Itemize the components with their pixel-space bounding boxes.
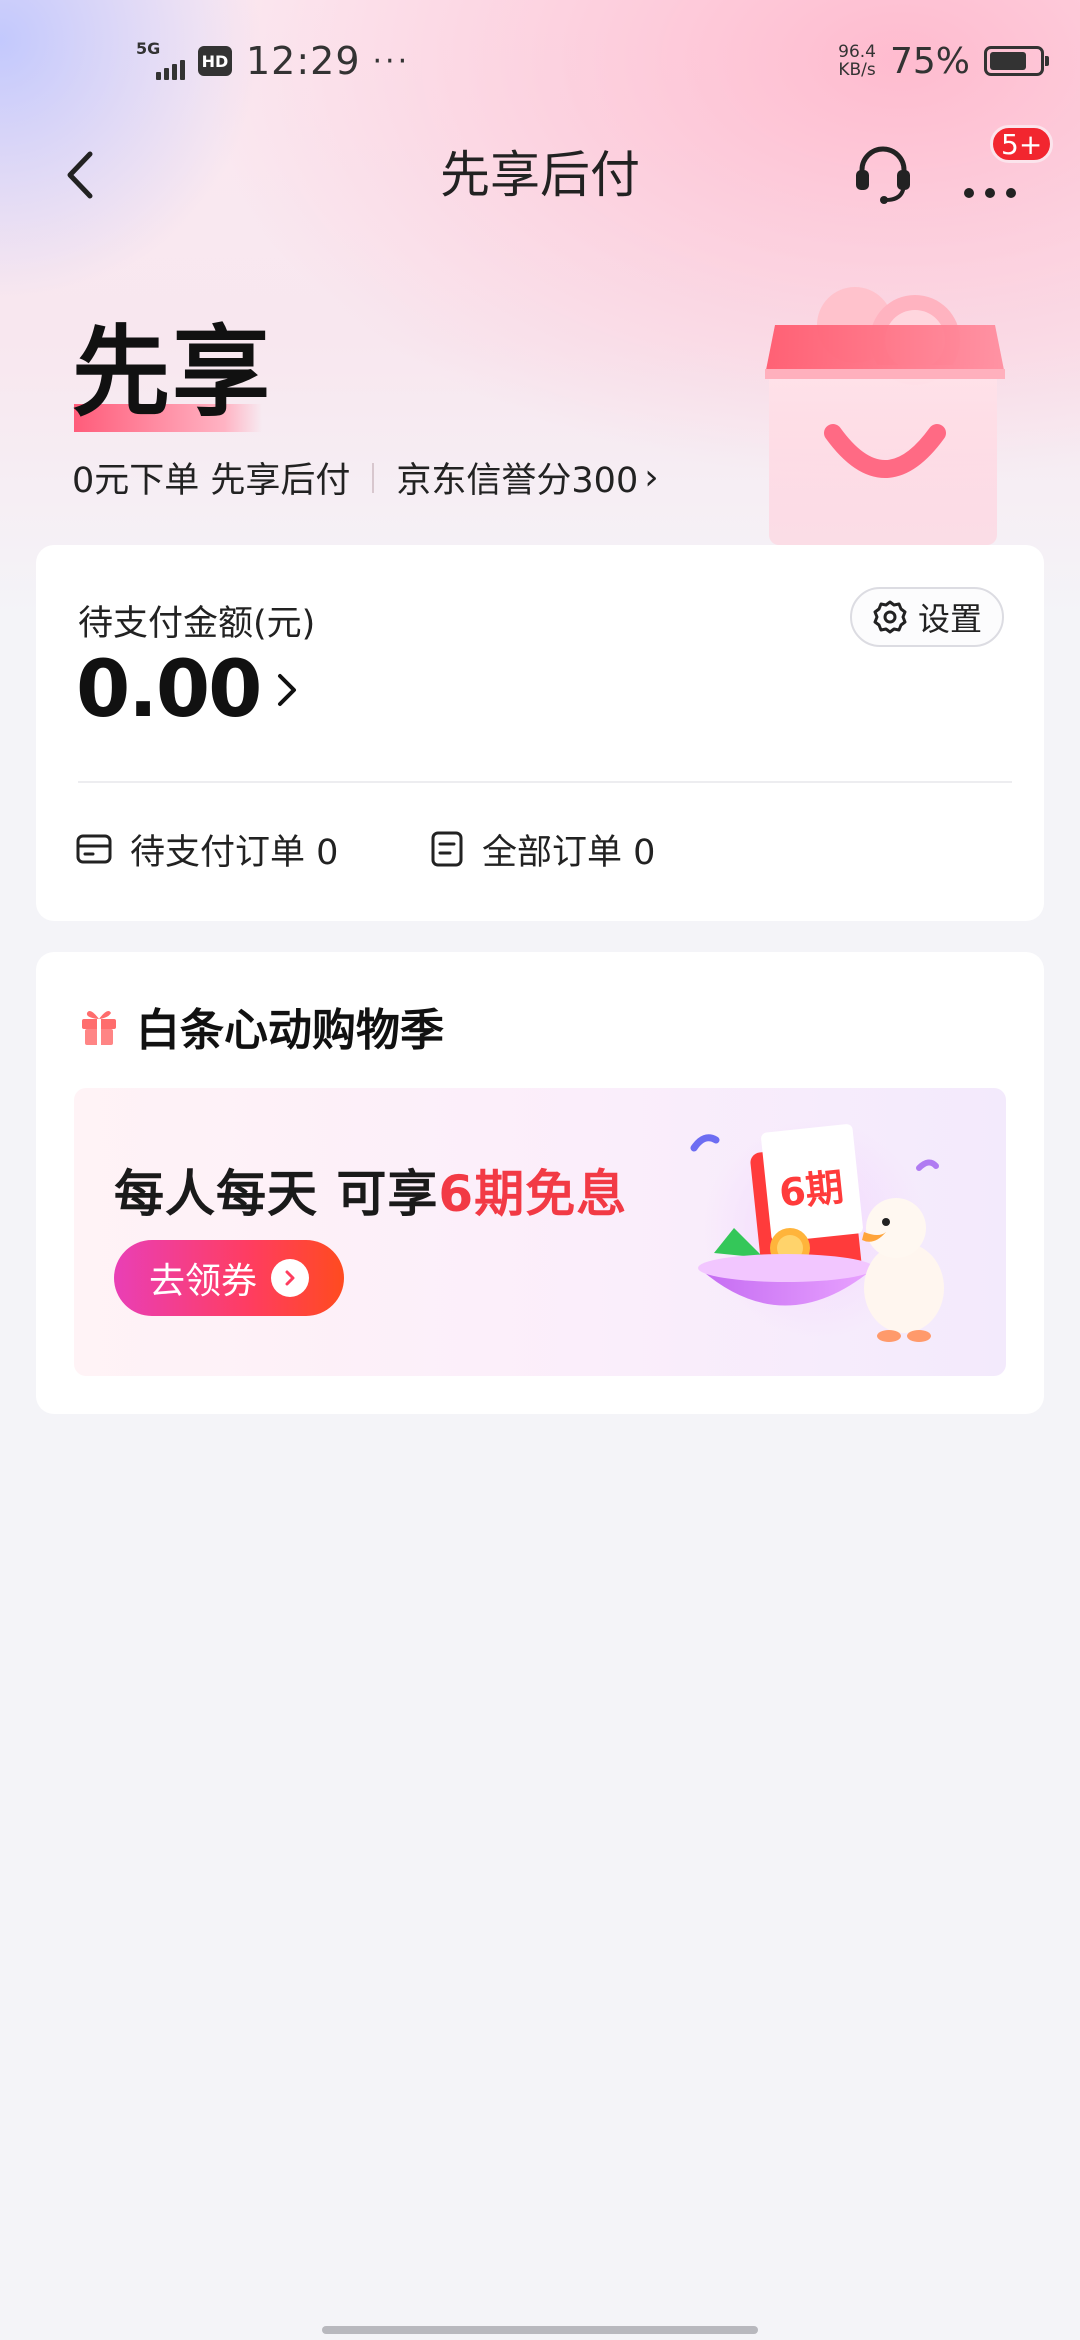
page-title: 先享后付 — [440, 146, 640, 204]
promo-section-header: 白条心动购物季 — [78, 994, 444, 1058]
network-speed-unit: KB/s — [838, 60, 876, 80]
pending-amount-label: 待支付金额(元) — [78, 604, 316, 644]
hero-title: 先享 — [72, 316, 273, 430]
battery-fill — [990, 52, 1026, 70]
promo-illustration: 6期 — [690, 1118, 944, 1342]
clock: 12:29 — [246, 39, 361, 83]
promo-art-label: 6期 — [777, 1165, 846, 1215]
battery-percent: 75% — [889, 40, 970, 82]
promo-text-main: 每人每天 可享 — [114, 1165, 439, 1223]
promo-banner-text: 每人每天 可享6期免息 — [114, 1154, 627, 1226]
promo-text-highlight: 6期免息 — [438, 1165, 628, 1223]
home-indicator[interactable] — [322, 2326, 758, 2334]
hero-title-wrap: 先享 — [72, 316, 273, 432]
network-type: 5G — [136, 39, 161, 58]
shopping-bag-icon — [765, 287, 1005, 545]
status-bar-right: 96.4 KB/s 75% — [838, 36, 1049, 86]
pending-orders-label: 待支付订单 0 — [130, 832, 339, 873]
settings-button[interactable]: 设置 — [850, 587, 1004, 647]
notification-badge: 5+ — [990, 125, 1054, 163]
settings-label: 设置 — [917, 600, 982, 638]
battery-icon — [984, 46, 1049, 76]
customer-service-button[interactable] — [850, 140, 916, 206]
credit-score-label: 京东信誉分300 — [396, 461, 639, 501]
all-orders-label: 全部订单 0 — [482, 832, 656, 873]
pending-amount[interactable]: 0.00 — [76, 645, 302, 735]
claim-coupon-button[interactable]: 去领券 — [114, 1240, 344, 1316]
pending-amount-value: 0.00 — [76, 645, 262, 735]
hero-subtitle-row: 0元下单 先享后付 京东信誉分300 › — [72, 452, 659, 503]
card-icon — [76, 834, 112, 864]
signal-icon: 5G — [132, 40, 190, 82]
status-bar-left: 5G HD 12:29 ··· — [132, 36, 410, 86]
notification-more-icon: ··· — [372, 43, 411, 79]
all-orders-link[interactable]: 全部订单 0 — [430, 827, 655, 873]
hero-subtitle: 0元下单 先享后付 — [72, 461, 351, 501]
network-speed-value: 96.4 — [838, 42, 876, 62]
nav-bar: 先享后付 — [0, 120, 1080, 230]
claim-coupon-label: 去领券 — [148, 1261, 257, 1302]
arrow-circle-icon — [271, 1259, 309, 1297]
credit-score-link[interactable]: 京东信誉分300 › — [396, 452, 658, 503]
gift-icon — [82, 1011, 116, 1045]
network-speed: 96.4 KB/s — [838, 43, 876, 79]
pending-orders-link[interactable]: 待支付订单 0 — [76, 827, 338, 873]
hd-icon: HD — [198, 46, 232, 76]
headset-icon — [856, 146, 910, 204]
chevron-right-icon — [278, 674, 297, 706]
gear-icon — [873, 600, 907, 634]
promo-section-title: 白条心动购物季 — [136, 1005, 444, 1056]
chevron-right-icon: › — [644, 457, 659, 498]
divider — [372, 462, 375, 493]
payment-summary-card: 待支付金额(元) 0.00 设置 待支付订单 0 全部订单 0 — [36, 545, 1044, 921]
document-icon — [431, 831, 463, 867]
promo-banner[interactable]: 每人每天 可享6期免息 去领券 6期 — [74, 1088, 1006, 1376]
promo-card: 白条心动购物季 每人每天 可享6期免息 去领券 6期 — [36, 952, 1044, 1414]
divider — [78, 781, 1012, 783]
status-bar: 5G HD 12:29 ··· 96.4 KB/s 75% — [0, 0, 1080, 120]
